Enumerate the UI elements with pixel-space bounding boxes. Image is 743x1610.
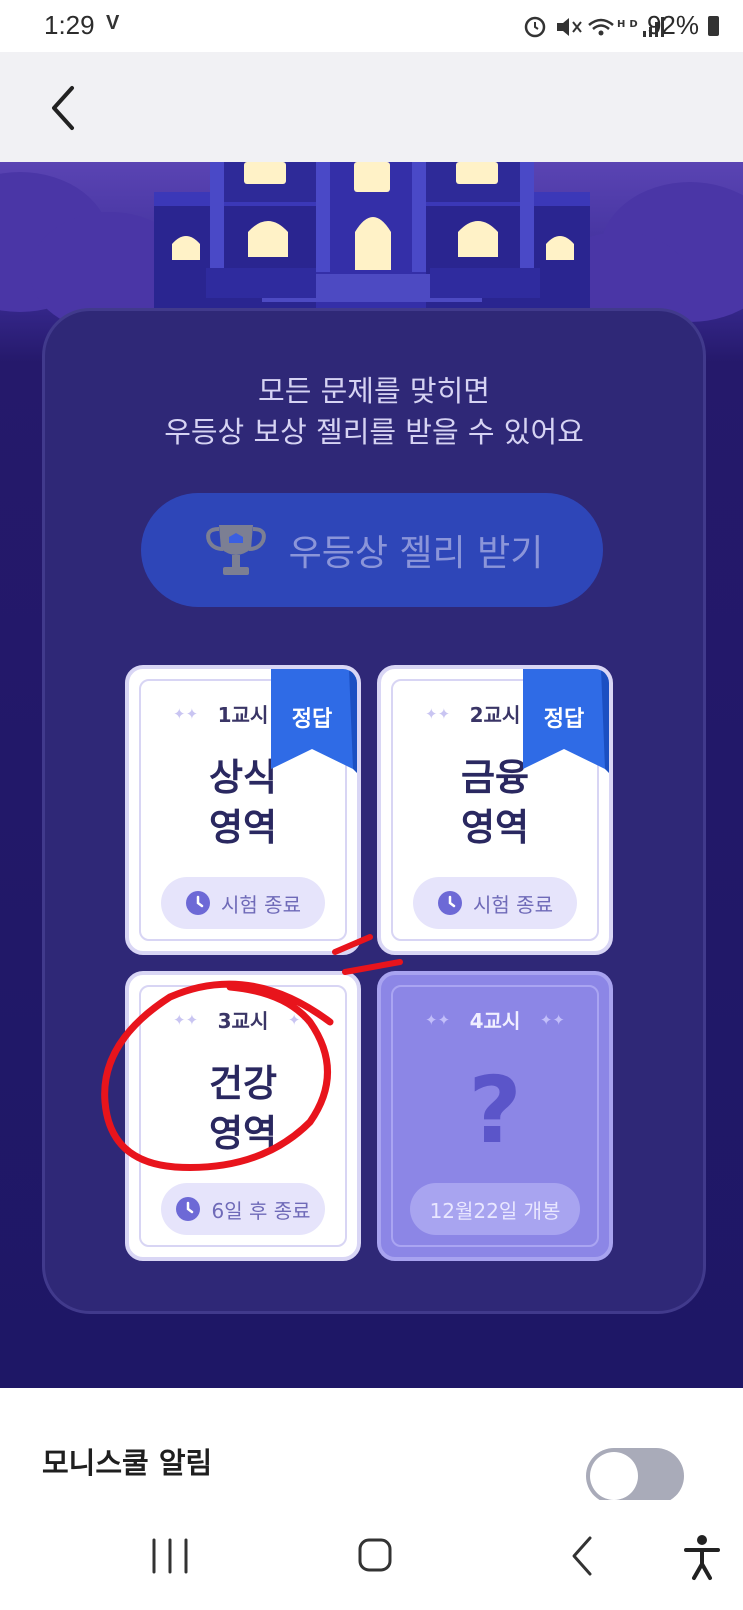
notification-label: 모니스쿨 알림 [42, 1446, 213, 1480]
exam-card-4[interactable]: ✦✦ ✦✦ 4교시 ? 12월22일 개봉 [377, 971, 613, 1261]
back-arrow-icon [52, 86, 74, 130]
clock-icon [186, 891, 211, 915]
reward-message: 모든 문제를 맞히면 우등상 보상 젤리를 받을 수 있어요 [45, 371, 703, 453]
exam-card-1[interactable]: ✦✦ 1교시 상식 영역 시험 종료 정답 [125, 665, 361, 955]
card-locked-question: ? [468, 1057, 522, 1164]
correct-badge: 정답 [519, 669, 609, 773]
status-time: 1:29 [44, 10, 95, 40]
trophy-icon [205, 525, 266, 575]
reward-message-line2: 우등상 보상 젤리를 받을 수 있어요 [164, 415, 584, 449]
home-button[interactable] [346, 1530, 406, 1582]
reward-jelly-button[interactable]: 우등상 젤리 받기 [141, 493, 603, 607]
school-scene: 모든 문제를 맞히면 우등상 보상 젤리를 받을 수 있어요 우등상 젤리 받기… [0, 162, 743, 1388]
reward-button-label: 우등상 젤리 받기 [288, 533, 544, 574]
card-status-label: 시험 종료 [221, 892, 301, 917]
clock-icon [438, 891, 463, 915]
notification-toggle[interactable] [586, 1448, 684, 1500]
carrier-icon: V [106, 12, 120, 34]
card-status: 시험 종료 [413, 877, 577, 929]
clock-icon [176, 1197, 201, 1221]
card-open-date: 12월22일 개봉 [410, 1183, 580, 1235]
card-title-line2: 영역 [208, 806, 278, 849]
nav-back-icon [572, 1536, 592, 1576]
back-button[interactable] [40, 78, 96, 134]
exam-panel: 모든 문제를 맞히면 우등상 보상 젤리를 받을 수 있어요 우등상 젤리 받기… [42, 308, 706, 1314]
accessibility-icon [684, 1535, 720, 1580]
card-period: 4교시 [469, 1009, 521, 1033]
card-status-label: 12월22일 개봉 [429, 1198, 561, 1223]
accessibility-button[interactable] [672, 1530, 732, 1582]
correct-badge: 정답 [267, 669, 357, 773]
card-period: 3교시 [217, 1009, 269, 1033]
card-title-line2: 영역 [460, 806, 530, 849]
card-title: 건강 영역 [129, 1059, 357, 1159]
correct-badge-label: 정답 [291, 707, 333, 732]
reward-message-line1: 모든 문제를 맞히면 [258, 374, 490, 408]
app-header [0, 52, 743, 162]
card-status-label: 시험 종료 [473, 892, 553, 917]
correct-badge-label: 정답 [543, 707, 585, 732]
home-icon [358, 1538, 392, 1572]
exam-card-2[interactable]: ✦✦ 2교시 금융 영역 시험 종료 정답 [377, 665, 613, 955]
card-status: 시험 종료 [161, 877, 325, 929]
recent-apps-icon [152, 1538, 188, 1574]
status-bar: 1:29 V HD 92% [0, 0, 743, 52]
card-title-line1: 건강 [208, 1062, 278, 1105]
svg-text:HD: HD [617, 19, 642, 30]
toggle-knob [590, 1452, 638, 1500]
battery-level: 92% [646, 10, 699, 40]
notification-setting: 모니스쿨 알림 [0, 1388, 743, 1500]
nav-back-button[interactable] [556, 1530, 616, 1582]
battery-icon [708, 16, 719, 36]
card-title-line2: 영역 [208, 1112, 278, 1155]
system-nav-bar [0, 1500, 743, 1610]
card-status-label: 6일 후 종료 [211, 1198, 311, 1223]
card-status: 6일 후 종료 [161, 1183, 325, 1235]
recent-apps-button[interactable] [140, 1530, 200, 1582]
exam-card-3[interactable]: ✦✦ ✦✦ 3교시 건강 영역 6일 후 종료 [125, 971, 361, 1261]
